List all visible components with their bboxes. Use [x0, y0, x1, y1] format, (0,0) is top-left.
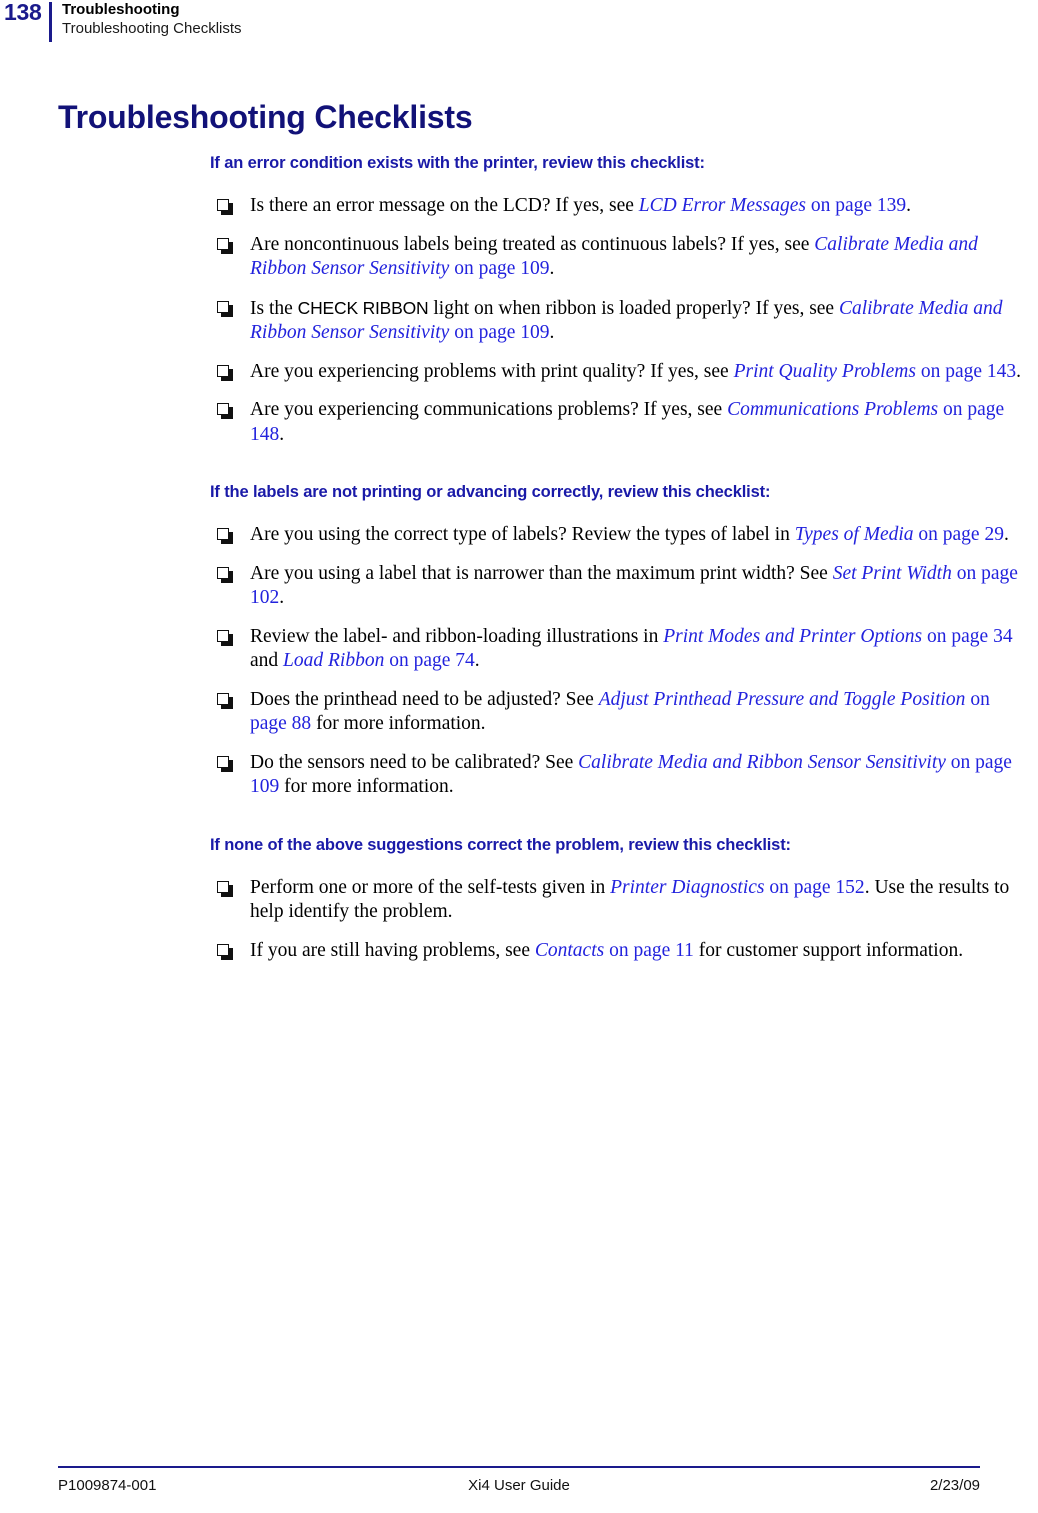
checkbox-icon [217, 237, 233, 254]
checkbox-icon [217, 880, 233, 897]
checklist-item: Is the CHECK RIBBON light on when ribbon… [210, 296, 1028, 346]
checklist-heading: If an error condition exists with the pr… [210, 154, 705, 172]
checklist-item: Are you using the correct type of labels… [210, 523, 1028, 548]
header-section-title: Troubleshooting Checklists [62, 20, 242, 37]
body-text: Perform one or more of the self-tests gi… [250, 876, 611, 898]
cross-reference-link[interactable]: Set Print Width [833, 563, 952, 584]
checkbox-icon [217, 528, 233, 544]
footer-row: P1009874-001 Xi4 User Guide 2/23/09 [58, 1477, 980, 1499]
page-number: 138 [4, 0, 42, 25]
body-text: Are you experiencing problems with print… [250, 360, 734, 382]
body-text: light on when ribbon is loaded properly?… [428, 297, 839, 319]
cross-reference-page-link[interactable]: on page 152 [765, 877, 864, 898]
cross-reference-page-link[interactable]: on page 109 [449, 322, 549, 343]
body-text: . [279, 423, 285, 445]
body-text: . [1016, 360, 1021, 382]
body-text: If you are still having problems, see [250, 939, 535, 961]
body-text: Are you experiencing communications prob… [250, 399, 728, 420]
body-text: Are noncontinuous labels being treated a… [250, 233, 815, 255]
checkbox-icon [217, 199, 233, 215]
cross-reference-page-link[interactable]: on page 29 [914, 524, 1004, 545]
checklist-item: Is there an error message on the LCD? If… [210, 194, 1028, 219]
cross-reference-link[interactable]: Adjust Printhead Pressure and Toggle Pos… [599, 689, 966, 710]
body-text: Is the [250, 297, 298, 319]
cross-reference-page-link[interactable]: on page 139 [806, 195, 906, 216]
cross-reference-link[interactable]: LCD Error Messages [639, 195, 806, 216]
checklist-item: Does the printhead need to be adjusted? … [210, 688, 1028, 737]
checklist-heading: If the labels are not printing or advanc… [210, 483, 771, 501]
checklist-item: Perform one or more of the self-tests gi… [210, 876, 1028, 925]
body-text: for more information. [279, 776, 454, 797]
page-title: Troubleshooting Checklists [58, 99, 473, 136]
page-footer: P1009874-001 Xi4 User Guide 2/23/09 [58, 1466, 980, 1499]
header-chapter-title: Troubleshooting [62, 1, 180, 18]
header-text-group: Troubleshooting Troubleshooting Checklis… [62, 0, 242, 38]
body-text: Are you using the correct type of labels… [250, 524, 795, 545]
checklist-item: If you are still having problems, see Co… [210, 939, 1028, 964]
checkbox-icon [217, 943, 233, 960]
checkbox-icon [217, 364, 233, 381]
checklist-item: Do the sensors need to be calibrated? Se… [210, 751, 1028, 800]
checklist-section: If an error condition exists with the pr… [210, 152, 1028, 447]
checklist-item: Are you experiencing problems with print… [210, 360, 1028, 385]
body-text: for more information. [311, 713, 486, 734]
body-text: . [474, 650, 480, 671]
checklist-item: Are you experiencing communications prob… [210, 398, 1028, 447]
checkbox-icon [217, 300, 233, 317]
body-text: and [250, 650, 284, 671]
cross-reference-link[interactable]: Print Modes and Printer Options [663, 626, 922, 647]
checklist-section: If the labels are not printing or advanc… [210, 481, 1028, 800]
cross-reference-page-link[interactable]: on page 34 [922, 626, 1013, 647]
cross-reference-page-link[interactable]: on page 74 [384, 650, 475, 671]
page-header: 138 Troubleshooting Troubleshooting Chec… [0, 0, 1038, 48]
checklist: Perform one or more of the self-tests gi… [210, 876, 1028, 964]
checkbox-icon [217, 692, 233, 709]
checklist-item: Review the label- and ribbon-loading ill… [210, 625, 1028, 674]
checkbox-icon [217, 566, 233, 583]
checkbox-icon [217, 403, 233, 419]
cross-reference-link[interactable]: Load Ribbon [283, 650, 384, 671]
checkbox-icon [217, 755, 233, 772]
footer-divider-rule [58, 1466, 980, 1468]
cross-reference-link[interactable]: Print Quality Problems [734, 361, 916, 382]
body-text: Review the label- and ribbon-loading ill… [250, 625, 664, 647]
footer-guide-title: Xi4 User Guide [468, 1477, 570, 1494]
checklist-heading: If none of the above suggestions correct… [210, 835, 791, 854]
body-text: Does the printhead need to be adjusted? … [250, 688, 599, 710]
cross-reference-link[interactable]: Types of Media [795, 524, 914, 545]
body-text: Is there an error message on the LCD? If… [250, 195, 639, 216]
cross-reference-link[interactable]: Calibrate Media and Ribbon Sensor Sensit… [578, 752, 946, 773]
body-text: . [549, 258, 555, 279]
cross-reference-page-link[interactable]: on page 11 [604, 940, 694, 961]
header-divider-rule [49, 2, 52, 42]
cross-reference-link[interactable]: Printer Diagnostics [610, 877, 764, 898]
checklist-item: Are you using a label that is narrower t… [210, 562, 1028, 611]
body-text: . [906, 195, 912, 216]
body-text: Do the sensors need to be calibrated? Se… [250, 751, 579, 773]
body-text: Are you using a label that is narrower t… [250, 562, 833, 584]
checklist: Are you using the correct type of labels… [210, 523, 1028, 800]
footer-date: 2/23/09 [929, 1477, 980, 1494]
cross-reference-link[interactable]: Communications Problems [727, 399, 938, 420]
checklist: Is there an error message on the LCD? If… [210, 194, 1028, 447]
cross-reference-page-link[interactable]: on page 143 [916, 361, 1016, 382]
body-text: . [1003, 524, 1009, 545]
document-body: If an error condition exists with the pr… [210, 152, 1028, 963]
checklist-section: If none of the above suggestions correct… [210, 834, 1028, 964]
printer-control-label: CHECK RIBBON [297, 297, 429, 318]
checklist-item: Are noncontinuous labels being treated a… [210, 233, 1028, 282]
body-text: . [279, 587, 285, 608]
body-text: for customer support information. [693, 939, 964, 961]
cross-reference-page-link[interactable]: on page 109 [449, 258, 549, 279]
body-text: . [549, 322, 555, 343]
checkbox-icon [217, 629, 233, 646]
cross-reference-link[interactable]: Contacts [535, 940, 604, 961]
